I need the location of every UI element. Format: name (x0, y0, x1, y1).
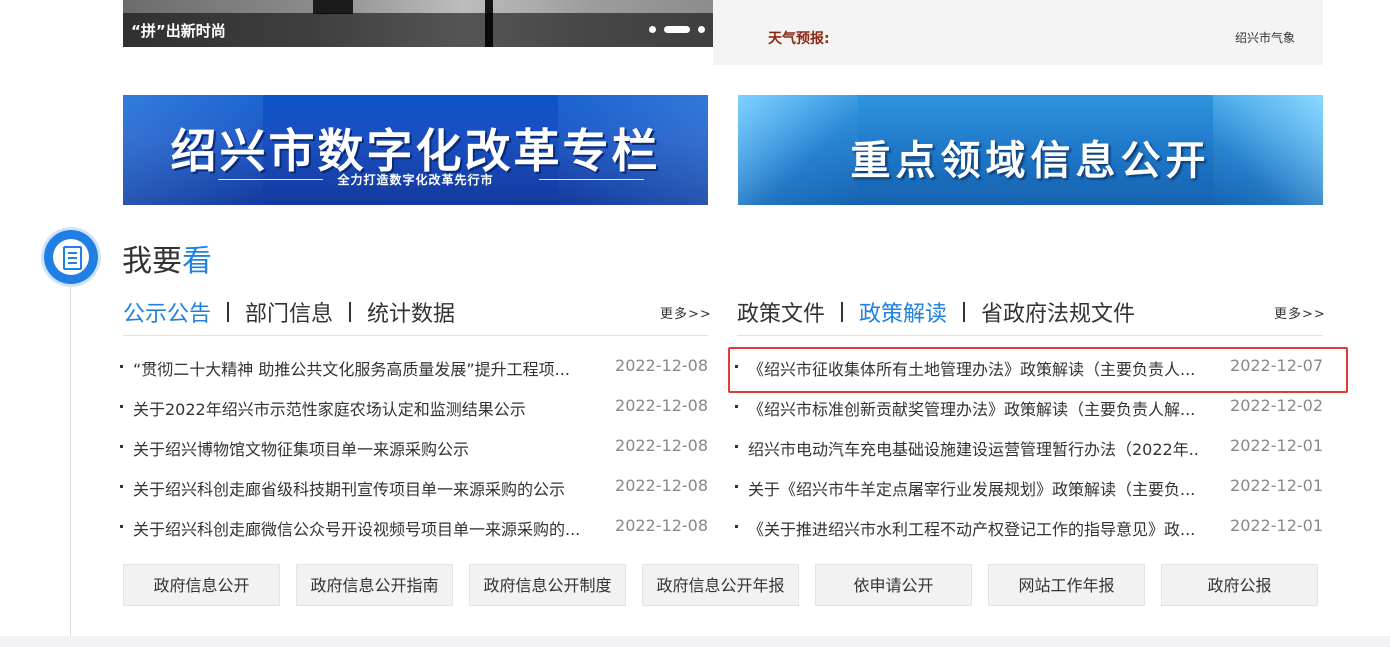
list-item[interactable]: 关于绍兴科创走廊微信公众号开设视频号项目单一来源采购的... 2022-12-0… (120, 516, 708, 540)
list-item[interactable]: 《绍兴市标准创新贡献奖管理办法》政策解读（主要负责人解... 2022-12-0… (735, 396, 1323, 420)
timeline-line (70, 278, 71, 647)
tab-separator (841, 302, 844, 322)
news-carousel[interactable]: “拼”出新时尚 (123, 0, 743, 47)
bullet (120, 365, 123, 368)
list-item[interactable]: 关于绍兴博物馆文物征集项目单一来源采购公示 2022-12-08 (120, 436, 708, 460)
list-item-date: 2022-12-08 (615, 516, 708, 535)
tab-policy-interpretation[interactable]: 政策解读 (859, 296, 947, 328)
digital-reform-banner[interactable]: 绍兴市数字化改革专栏 全力打造数字化改革先行市 (123, 95, 708, 205)
bullet (735, 405, 738, 408)
bullet (120, 405, 123, 408)
carousel-caption[interactable]: “拼”出新时尚 (131, 20, 226, 41)
list-item-title[interactable]: 《绍兴市标准创新贡献奖管理办法》政策解读（主要负责人解... (748, 396, 1198, 420)
list-item-title[interactable]: 关于绍兴科创走廊微信公众号开设视频号项目单一来源采购的... (133, 516, 588, 540)
banner-title: 重点领域信息公开 (850, 137, 1211, 184)
carousel-image-detail (313, 0, 353, 14)
list-item[interactable]: “贯彻二十大精神 助推公共文化服务高质量发展”提升工程项... 2022-12-… (120, 356, 708, 380)
bullet (735, 485, 738, 488)
bullet (735, 445, 738, 448)
gov-info-system-button[interactable]: 政府信息公开制度 (469, 564, 626, 606)
list-item-title[interactable]: 绍兴市电动汽车充电基础设施建设运营管理暂行办法（2022年... (748, 436, 1198, 460)
list-item-date: 2022-12-01 (1230, 436, 1323, 455)
website-annual-report-button[interactable]: 网站工作年报 (988, 564, 1145, 606)
right-divider (737, 335, 1323, 336)
weather-panel: 天气预报: 绍兴市气象 (713, 0, 1323, 65)
list-item-date: 2022-12-02 (1230, 396, 1323, 415)
right-more-link[interactable]: 更多>> (1274, 303, 1326, 322)
carousel-dot-active[interactable] (664, 26, 690, 33)
carousel-dot[interactable] (698, 26, 705, 33)
section-title-highlight: 看 (182, 244, 212, 279)
weather-source[interactable]: 绍兴市气象 (1235, 29, 1301, 46)
list-item-title[interactable]: 关于绍兴博物馆文物征集项目单一来源采购公示 (133, 436, 588, 460)
tab-policy-documents[interactable]: 政策文件 (737, 296, 825, 328)
list-item-date: 2022-12-08 (615, 396, 708, 415)
tab-separator (963, 302, 966, 322)
list-item-title[interactable]: “贯彻二十大精神 助推公共文化服务高质量发展”提升工程项... (133, 356, 588, 380)
selection-highlight (728, 347, 1348, 393)
tab-provincial-regulations[interactable]: 省政府法规文件 (981, 296, 1135, 328)
list-item[interactable]: 《关于推进绍兴市水利工程不动产权登记工作的指导意见》政... 2022-12-0… (735, 516, 1323, 540)
list-item-date: 2022-12-08 (615, 436, 708, 455)
banner-subtitle: 全力打造数字化改革先行市 (337, 173, 494, 187)
key-areas-banner[interactable]: 重点领域信息公开 (738, 95, 1323, 205)
left-tab-bar: 公示公告 部门信息 统计数据 (123, 296, 455, 328)
tab-separator (227, 302, 230, 322)
bullet (120, 485, 123, 488)
gov-gazette-button[interactable]: 政府公报 (1161, 564, 1318, 606)
list-item-date: 2022-12-08 (615, 356, 708, 375)
apply-disclosure-button[interactable]: 依申请公开 (815, 564, 972, 606)
list-item-date: 2022-12-01 (1230, 516, 1323, 535)
list-item-title[interactable]: 《关于推进绍兴市水利工程不动产权登记工作的指导意见》政... (748, 516, 1198, 540)
list-item-title[interactable]: 关于2022年绍兴市示范性家庭农场认定和监测结果公示 (133, 396, 588, 420)
left-news-list: “贯彻二十大精神 助推公共文化服务高质量发展”提升工程项... 2022-12-… (120, 356, 708, 540)
gov-info-guide-button[interactable]: 政府信息公开指南 (296, 564, 453, 606)
list-item[interactable]: 关于绍兴科创走廊省级科技期刊宣传项目单一来源采购的公示 2022-12-08 (120, 476, 708, 500)
list-item[interactable]: 关于《绍兴市牛羊定点屠宰行业发展规划》政策解读（主要负... 2022-12-0… (735, 476, 1323, 500)
carousel-dot[interactable] (649, 26, 656, 33)
list-item-title[interactable]: 关于绍兴科创走廊省级科技期刊宣传项目单一来源采购的公示 (133, 476, 588, 500)
bullet (120, 525, 123, 528)
gov-info-open-button[interactable]: 政府信息公开 (123, 564, 280, 606)
list-item-title[interactable]: 关于《绍兴市牛羊定点屠宰行业发展规划》政策解读（主要负... (748, 476, 1198, 500)
right-tab-bar: 政策文件 政策解读 省政府法规文件 (737, 296, 1135, 328)
tab-department-info[interactable]: 部门信息 (245, 296, 333, 328)
list-item[interactable]: 绍兴市电动汽车充电基础设施建设运营管理暂行办法（2022年... 2022-12… (735, 436, 1323, 460)
list-item[interactable]: 关于2022年绍兴市示范性家庭农场认定和监测结果公示 2022-12-08 (120, 396, 708, 420)
document-glyph (63, 246, 82, 270)
tab-announcements[interactable]: 公示公告 (123, 296, 211, 328)
tab-separator (349, 302, 352, 322)
bullet (735, 525, 738, 528)
section-title: 我要看 (122, 236, 212, 280)
weather-label: 天气预报: (768, 31, 830, 47)
document-icon (44, 230, 98, 284)
section-title-prefix: 我要 (122, 244, 182, 279)
left-more-link[interactable]: 更多>> (660, 303, 712, 322)
bullet (120, 445, 123, 448)
gov-info-annual-report-button[interactable]: 政府信息公开年报 (642, 564, 799, 606)
list-item-date: 2022-12-01 (1230, 476, 1323, 495)
tab-statistics[interactable]: 统计数据 (367, 296, 455, 328)
list-item-date: 2022-12-08 (615, 476, 708, 495)
left-divider (123, 335, 708, 336)
footer-strip (0, 636, 1390, 647)
